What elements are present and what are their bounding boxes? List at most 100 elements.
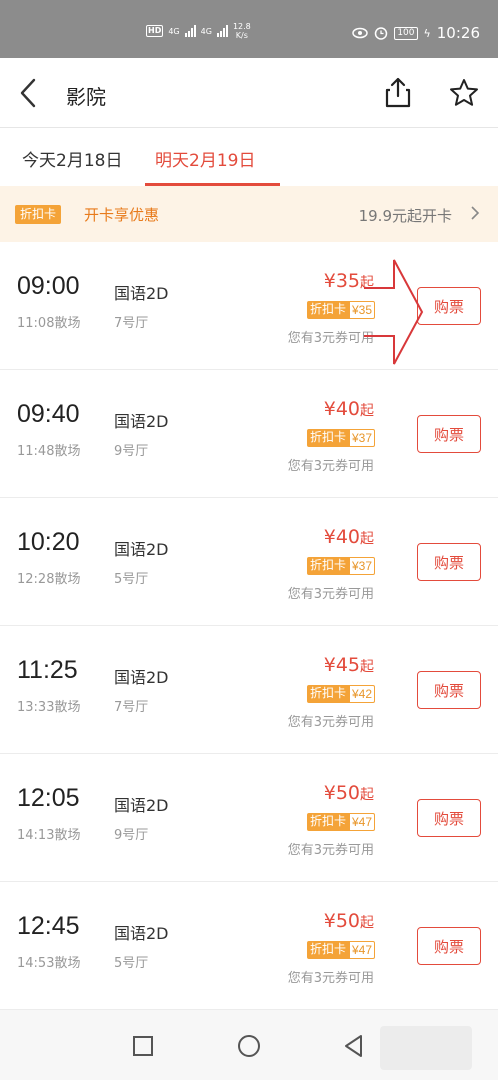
- price: ¥50起: [324, 782, 374, 804]
- circle-icon[interactable]: [235, 1032, 263, 1060]
- star-icon[interactable]: [447, 76, 481, 110]
- coupon-note: 您有3元券可用: [287, 843, 374, 858]
- price: ¥45起: [324, 654, 374, 676]
- price: ¥50起: [324, 910, 374, 932]
- price-qi: 起: [360, 403, 374, 419]
- language-format: 国语2D: [114, 796, 169, 815]
- language-format: 国语2D: [114, 540, 169, 559]
- hall: 9号厅: [114, 828, 149, 843]
- start-time: 12:45: [17, 912, 80, 940]
- coupon-note: 您有3元券可用: [287, 587, 374, 602]
- status-bar: HD 4G 4G 12.8 K/s 100 ϟ 10:26: [0, 0, 498, 58]
- end-time: 14:53散场: [17, 956, 81, 971]
- buy-ticket-button[interactable]: 购票: [417, 415, 481, 453]
- card-price-tag: 折扣卡 ¥37: [306, 557, 375, 575]
- annotation-arrow-icon: [364, 259, 424, 365]
- chevron-right-icon: [471, 206, 480, 220]
- eye-icon: [352, 27, 369, 39]
- card-price-tag: 折扣卡 ¥42: [306, 685, 375, 703]
- showtime-row: 11:25 13:33散场 国语2D 7号厅 ¥45起 折扣卡 ¥42 您有3元券…: [0, 626, 498, 754]
- language-format: 国语2D: [114, 284, 169, 303]
- promo-text: 开卡享优惠: [84, 206, 160, 224]
- card-label: 折扣卡: [306, 429, 349, 447]
- price-value: ¥50: [323, 782, 360, 804]
- coupon-note: 您有3元券可用: [287, 715, 374, 730]
- discount-card-badge: 折扣卡: [15, 205, 62, 224]
- coupon-note: 您有3元券可用: [287, 459, 374, 474]
- price-qi: 起: [360, 659, 374, 675]
- card-label: 折扣卡: [306, 941, 349, 959]
- signal-icon: [184, 25, 196, 37]
- card-label: 折扣卡: [306, 301, 349, 319]
- end-time: 11:48散场: [17, 444, 81, 459]
- start-time: 10:20: [17, 528, 80, 556]
- card-label: 折扣卡: [306, 813, 349, 831]
- buy-ticket-button[interactable]: 购票: [417, 671, 481, 709]
- card-label: 折扣卡: [306, 685, 349, 703]
- price-qi: 起: [360, 531, 374, 547]
- price-qi: 起: [360, 915, 374, 931]
- showtime-row: 12:45 14:53散场 国语2D 5号厅 ¥50起 折扣卡 ¥47 您有3元券…: [0, 882, 498, 1010]
- end-time: 11:08散场: [17, 316, 81, 331]
- hall: 9号厅: [114, 444, 149, 459]
- start-time: 12:05: [17, 784, 80, 812]
- price-value: ¥35: [323, 270, 360, 292]
- buy-ticket-button[interactable]: 购票: [417, 287, 481, 325]
- card-price: ¥37: [348, 429, 375, 447]
- hall: 7号厅: [114, 700, 149, 715]
- status-right: 100 ϟ 10:26: [352, 24, 480, 42]
- language-format: 国语2D: [114, 412, 169, 431]
- date-tabs: 今天2月18日 明天2月19日: [0, 128, 498, 186]
- start-time: 11:25: [17, 656, 78, 684]
- card-price: ¥47: [348, 813, 375, 831]
- price: ¥40起: [324, 398, 374, 420]
- start-time: 09:00: [17, 272, 80, 300]
- tab-today[interactable]: 今天2月18日: [22, 146, 122, 171]
- start-time: 09:40: [17, 400, 80, 428]
- card-price: ¥47: [348, 941, 375, 959]
- end-time: 12:28散场: [17, 572, 81, 587]
- price: ¥40起: [324, 526, 374, 548]
- showtime-row: 12:05 14:13散场 国语2D 9号厅 ¥50起 折扣卡 ¥47 您有3元券…: [0, 754, 498, 882]
- buy-ticket-button[interactable]: 购票: [417, 927, 481, 965]
- net-speed: 12.8 K/s: [233, 22, 251, 40]
- blurred-area: [380, 1026, 472, 1070]
- status-left: HD 4G 4G 12.8 K/s: [146, 22, 251, 40]
- price-value: ¥50: [323, 910, 360, 932]
- price-value: ¥40: [323, 526, 360, 548]
- tab-tomorrow[interactable]: 明天2月19日: [155, 146, 255, 171]
- system-nav-bar: [0, 1010, 498, 1080]
- price-value: ¥45: [323, 654, 360, 676]
- buy-ticket-button[interactable]: 购票: [417, 543, 481, 581]
- end-time: 13:33散场: [17, 700, 81, 715]
- showtime-row: 09:40 11:48散场 国语2D 9号厅 ¥40起 折扣卡 ¥37 您有3元券…: [0, 370, 498, 498]
- square-icon[interactable]: [129, 1032, 157, 1060]
- charging-icon: ϟ: [423, 26, 431, 40]
- price-value: ¥40: [323, 398, 360, 420]
- language-format: 国语2D: [114, 668, 169, 687]
- end-time: 14:13散场: [17, 828, 81, 843]
- discount-card-banner[interactable]: 折扣卡 开卡享优惠 19.9元起开卡: [0, 186, 498, 242]
- header: 影院: [0, 58, 498, 128]
- share-icon[interactable]: [382, 76, 414, 110]
- signal-icon: [216, 25, 228, 37]
- signal-label-2: 4G: [200, 26, 212, 36]
- buy-ticket-button[interactable]: 购票: [417, 799, 481, 837]
- language-format: 国语2D: [114, 924, 169, 943]
- coupon-note: 您有3元券可用: [287, 971, 374, 986]
- triangle-back-icon[interactable]: [340, 1032, 368, 1060]
- signal-label-1: 4G: [168, 26, 180, 36]
- hall: 5号厅: [114, 572, 149, 587]
- hall: 5号厅: [114, 956, 149, 971]
- showtime-row: 10:20 12:28散场 国语2D 5号厅 ¥40起 折扣卡 ¥37 您有3元券…: [0, 498, 498, 626]
- card-price-tag: 折扣卡 ¥47: [306, 813, 375, 831]
- alarm-icon: [375, 27, 388, 40]
- net-speed-value: 12.8: [232, 22, 251, 31]
- card-price: ¥42: [348, 685, 375, 703]
- hall: 7号厅: [114, 316, 149, 331]
- net-speed-unit: K/s: [235, 31, 248, 40]
- price-qi: 起: [360, 787, 374, 803]
- promo-price: 19.9元起开卡: [358, 207, 452, 225]
- back-arrow-icon[interactable]: [14, 76, 44, 110]
- card-price: ¥37: [348, 557, 375, 575]
